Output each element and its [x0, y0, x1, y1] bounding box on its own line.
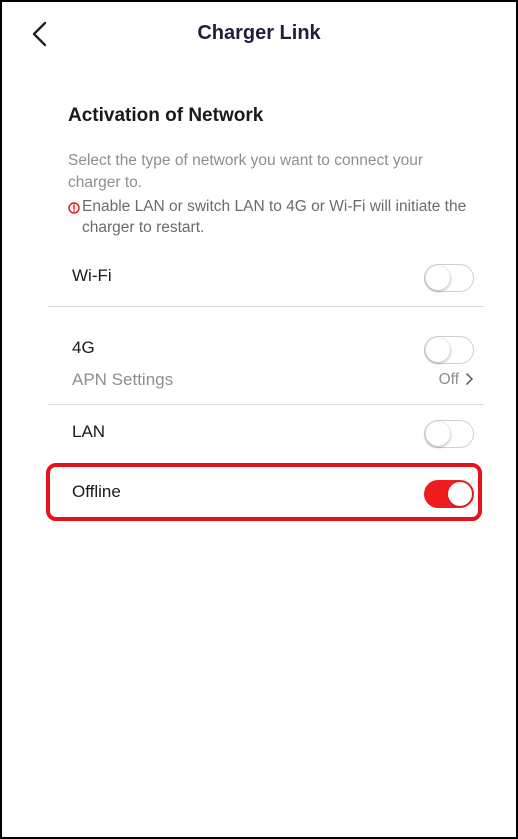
section-description: Select the type of network you want to c… [68, 152, 423, 191]
section-title: Activation of Network [68, 105, 264, 126]
wifi-row: Wi-Fi [48, 252, 484, 304]
lan-row: LAN [48, 408, 484, 460]
header: Charger Link [2, 2, 516, 72]
apn-settings-label: APN Settings [72, 370, 174, 389]
wifi-toggle[interactable] [424, 264, 474, 292]
app-screen: Charger Link Activation of Network Selec… [0, 0, 518, 839]
restart-warning: Enable LAN or switch LAN to 4G or Wi-Fi … [68, 196, 478, 238]
chevron-right-icon [465, 372, 474, 391]
apn-status: Off [438, 371, 459, 388]
page-title: Charger Link [197, 22, 321, 44]
offline-highlight-box [46, 463, 482, 521]
divider [48, 404, 484, 405]
alert-circle-icon [68, 199, 80, 214]
apn-settings-value: Off [439, 371, 474, 391]
wifi-label: Wi-Fi [72, 266, 112, 285]
lan-label: LAN [72, 422, 106, 441]
lan-toggle[interactable] [424, 420, 474, 448]
apn-settings-row[interactable]: APN Settings Off [48, 356, 484, 408]
toggle-knob [426, 422, 450, 446]
divider [48, 306, 484, 307]
fourg-label: 4G [72, 338, 95, 357]
toggle-knob [426, 266, 450, 290]
warning-text: Enable LAN or switch LAN to 4G or Wi-Fi … [82, 198, 467, 236]
